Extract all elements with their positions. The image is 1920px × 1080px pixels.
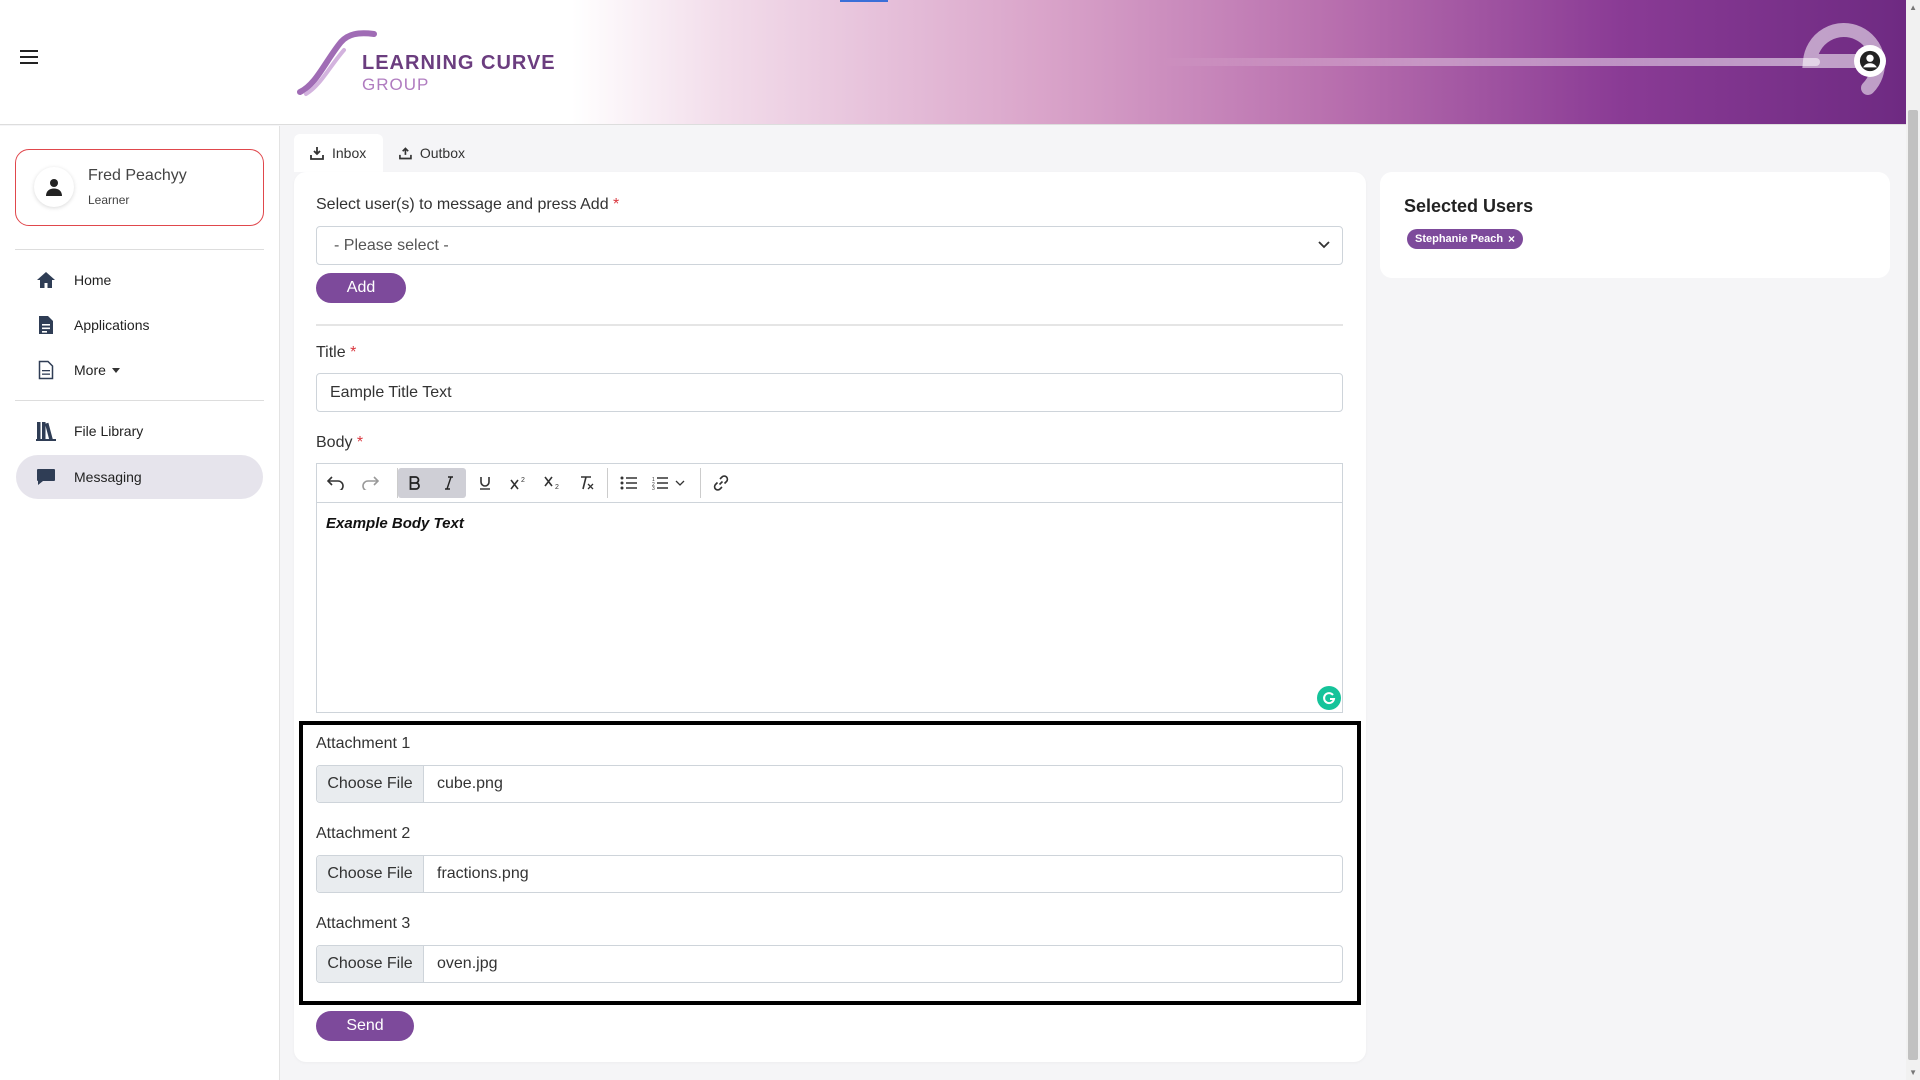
attachment-input-3[interactable]: Choose File oven.jpg	[316, 945, 1343, 983]
sidebar-item-file-library[interactable]: File Library	[16, 409, 263, 453]
company-logo[interactable]: LEARNING CURVE GROUP	[296, 30, 556, 98]
sidebar-item-more[interactable]: More	[16, 348, 263, 392]
body-label: Body *	[316, 434, 363, 452]
selected-users-title: Selected Users	[1404, 196, 1534, 216]
recipient-select[interactable]: - Please select -	[316, 226, 1343, 265]
selected-user-name: Stephanie Peach	[1415, 233, 1504, 245]
scroll-down-icon[interactable]: ▼	[1909, 1068, 1917, 1077]
download-icon	[310, 147, 324, 160]
attachment-label: Attachment 3	[316, 915, 411, 932]
recipient-select-value: - Please select -	[334, 236, 449, 254]
svg-text:3: 3	[652, 486, 655, 490]
title-label-text: Title	[316, 344, 346, 361]
sidebar-item-label: Home	[74, 272, 112, 288]
user-icon	[46, 179, 62, 196]
logo-text-secondary: GROUP	[362, 75, 430, 94]
italic-icon[interactable]	[432, 468, 466, 498]
sidebar-item-label: Applications	[74, 317, 150, 333]
selected-user-chip: Stephanie Peach ×	[1407, 229, 1524, 249]
avatar	[34, 167, 74, 207]
add-user-button[interactable]: Add	[316, 273, 406, 303]
caret-down-icon	[111, 367, 120, 373]
toolbar-separator	[700, 468, 701, 498]
profile-card[interactable]: Fred Peachyy Learner	[15, 149, 264, 226]
user-account-icon[interactable]	[1854, 45, 1886, 77]
page-scrollbar[interactable]: ▲ ▼	[1906, 0, 1920, 1080]
title-label: Title *	[316, 344, 356, 362]
section-divider	[316, 324, 1343, 326]
redo-icon[interactable]	[355, 468, 385, 498]
choose-file-button[interactable]: Choose File	[317, 946, 424, 982]
attachment-file-name: cube.png	[437, 775, 503, 792]
grammarly-icon[interactable]	[1317, 686, 1341, 710]
home-icon	[35, 269, 57, 291]
sidebar: Fred Peachyy Learner Home Applications M…	[0, 126, 280, 1080]
message-icon	[35, 466, 57, 488]
profile-name: Fred Peachyy	[88, 167, 187, 184]
recipient-select-label: Select user(s) to message and press Add …	[316, 196, 619, 214]
attachment-label: Attachment 1	[316, 735, 411, 752]
sidebar-item-applications[interactable]: Applications	[16, 303, 263, 347]
link-icon[interactable]	[706, 468, 736, 498]
undo-icon[interactable]	[321, 468, 351, 498]
document-icon	[35, 359, 57, 381]
editor-toolbar: 2 2 123	[317, 464, 1342, 503]
upload-icon	[399, 147, 412, 160]
sidebar-item-home[interactable]: Home	[16, 258, 263, 302]
underline-icon[interactable]	[470, 468, 500, 498]
attachment-label: Attachment 2	[316, 825, 411, 842]
editor-body-text[interactable]: Example Body Text	[326, 515, 464, 532]
file-text-icon	[35, 314, 57, 336]
attachment-file-name: fractions.png	[437, 865, 529, 882]
tab-inbox[interactable]: Inbox	[294, 134, 383, 172]
library-icon	[35, 420, 57, 442]
clear-formatting-icon[interactable]	[572, 468, 602, 498]
tab-label: Inbox	[332, 145, 367, 161]
chevron-down-icon	[1318, 241, 1330, 249]
attachment-input-1[interactable]: Choose File cube.png	[316, 765, 1343, 803]
top-indicator	[840, 0, 888, 2]
required-mark: *	[356, 434, 364, 451]
bold-icon[interactable]	[398, 468, 432, 498]
logo-text-primary: LEARNING CURVE	[362, 52, 556, 74]
subscript-label: 2	[555, 484, 559, 490]
remove-user-icon[interactable]: ×	[1508, 232, 1515, 246]
profile-role: Learner	[88, 193, 130, 207]
superscript-label: 2	[521, 477, 525, 484]
title-input[interactable]: Eample Title Text	[316, 373, 1343, 412]
scrollbar-thumb[interactable]	[1908, 110, 1918, 1060]
bullet-list-icon[interactable]	[614, 468, 644, 498]
body-label-text: Body	[316, 434, 353, 451]
header-decor-line	[1160, 58, 1820, 66]
scroll-up-icon[interactable]: ▲	[1909, 3, 1917, 12]
sidebar-item-label: Messaging	[74, 469, 142, 485]
recipient-select-label-text: Select user(s) to message and press Add	[316, 196, 609, 213]
app-header: LEARNING CURVE GROUP	[0, 0, 1906, 125]
required-mark: *	[350, 344, 357, 361]
attachment-input-2[interactable]: Choose File fractions.png	[316, 855, 1343, 893]
send-button[interactable]: Send	[316, 1011, 414, 1041]
tab-outbox[interactable]: Outbox	[383, 134, 481, 172]
attachment-file-name: oven.jpg	[437, 955, 498, 972]
choose-file-button[interactable]: Choose File	[317, 766, 424, 802]
toolbar-separator	[607, 468, 608, 498]
choose-file-button[interactable]: Choose File	[317, 856, 424, 892]
required-mark: *	[613, 196, 620, 213]
superscript-icon[interactable]: 2	[504, 468, 534, 498]
sidebar-divider	[15, 400, 264, 401]
sidebar-item-label: More	[74, 362, 106, 378]
sidebar-item-label: File Library	[74, 423, 144, 439]
hamburger-menu-icon[interactable]	[20, 50, 38, 64]
sidebar-item-messaging[interactable]: Messaging	[16, 455, 263, 499]
rich-text-editor: 2 2 123 Example Body Text	[316, 463, 1343, 713]
tab-label: Outbox	[419, 145, 465, 161]
sidebar-divider	[15, 249, 264, 250]
selected-users-card: Selected Users Stephanie Peach ×	[1380, 172, 1890, 278]
numbered-list-icon[interactable]: 123	[648, 468, 692, 498]
subscript-icon[interactable]: 2	[538, 468, 568, 498]
